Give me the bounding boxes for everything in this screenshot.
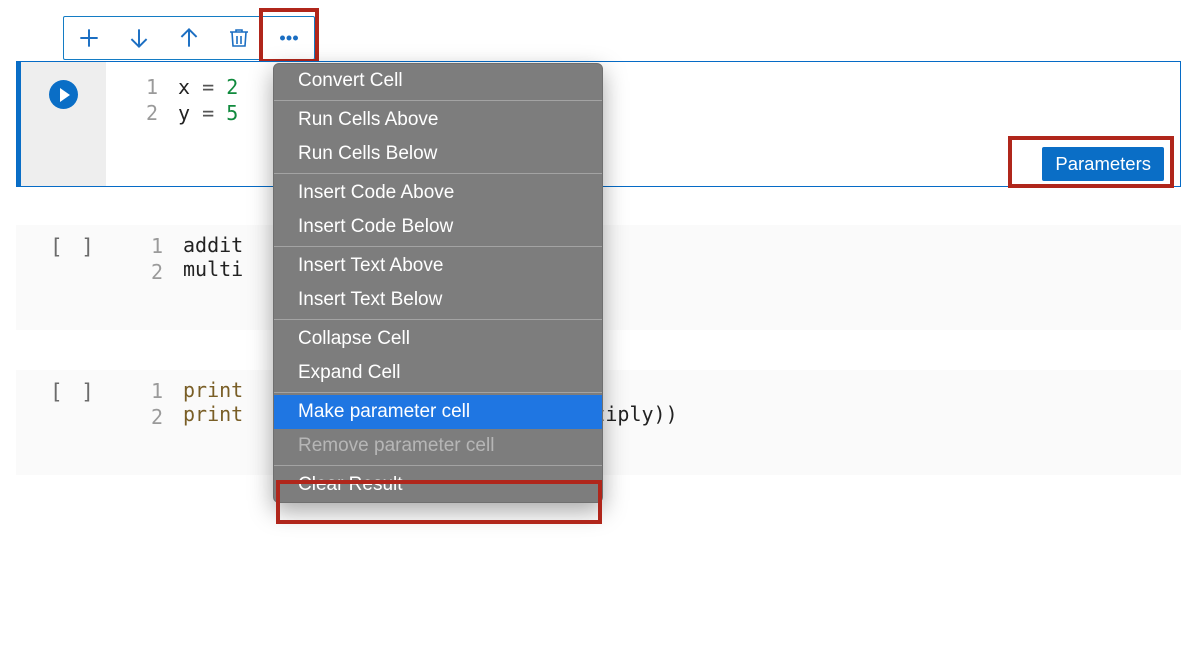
delete-cell-button[interactable] bbox=[214, 17, 264, 59]
menu-collapse-cell[interactable]: Collapse Cell bbox=[274, 322, 602, 356]
menu-convert-cell[interactable]: Convert Cell bbox=[274, 64, 602, 98]
context-menu: Convert Cell Run Cells Above Run Cells B… bbox=[273, 63, 603, 503]
lineno: 1 bbox=[121, 378, 163, 404]
lineno: 1 bbox=[121, 233, 163, 259]
menu-make-parameter-cell[interactable]: Make parameter cell bbox=[274, 395, 602, 429]
trash-icon bbox=[227, 26, 251, 50]
menu-run-cells-above[interactable]: Run Cells Above bbox=[274, 103, 602, 137]
move-down-button[interactable] bbox=[114, 17, 164, 59]
plus-icon bbox=[76, 25, 102, 51]
code-editor[interactable]: 1 2 x = 2 y = 5 bbox=[106, 62, 1180, 146]
lineno: 2 bbox=[106, 100, 158, 126]
arrow-down-icon bbox=[126, 25, 152, 51]
more-icon bbox=[276, 25, 302, 51]
line-numbers: 1 2 bbox=[106, 74, 178, 146]
menu-expand-cell[interactable]: Expand Cell bbox=[274, 356, 602, 390]
menu-clear-result[interactable]: Clear Result bbox=[274, 468, 602, 502]
active-strip bbox=[17, 62, 21, 186]
add-cell-button[interactable] bbox=[64, 17, 114, 59]
parameters-badge: Parameters bbox=[1042, 147, 1164, 181]
menu-insert-text-below[interactable]: Insert Text Below bbox=[274, 283, 602, 317]
arrow-up-icon bbox=[176, 25, 202, 51]
menu-remove-parameter-cell: Remove parameter cell bbox=[274, 429, 602, 463]
run-cell-button[interactable] bbox=[49, 80, 78, 109]
exec-indicator: [ ] bbox=[50, 235, 97, 259]
line-numbers: 1 2 bbox=[121, 233, 183, 285]
menu-run-cells-below[interactable]: Run Cells Below bbox=[274, 137, 602, 171]
more-actions-button[interactable] bbox=[264, 17, 314, 59]
menu-insert-code-above[interactable]: Insert Code Above bbox=[274, 176, 602, 210]
menu-insert-code-below[interactable]: Insert Code Below bbox=[274, 210, 602, 244]
menu-insert-text-above[interactable]: Insert Text Above bbox=[274, 249, 602, 283]
move-up-button[interactable] bbox=[164, 17, 214, 59]
lineno: 2 bbox=[121, 259, 163, 285]
cell-toolbar bbox=[63, 16, 315, 60]
exec-indicator: [ ] bbox=[50, 380, 97, 404]
line-numbers: 1 2 bbox=[121, 378, 183, 430]
lineno: 1 bbox=[106, 74, 158, 100]
lineno: 2 bbox=[121, 404, 163, 430]
